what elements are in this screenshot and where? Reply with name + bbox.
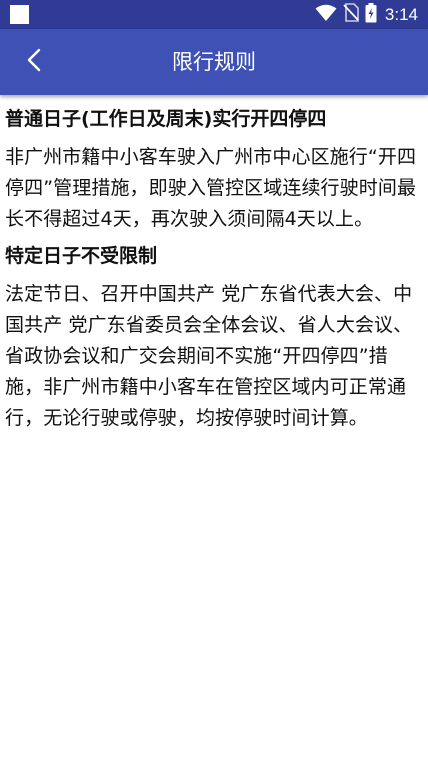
no-sim-icon <box>343 3 359 26</box>
back-button[interactable] <box>14 42 54 82</box>
wifi-icon <box>315 4 337 26</box>
section-body: 法定节日、召开中国共产 党广东省代表大会、中国共产 党广东省委员会全体会议、省人… <box>5 283 413 429</box>
section-normal-days: 普通日子(工作日及周末)实行开四停四 非广州市籍中小客车驶入广州市中心区施行“开… <box>5 106 424 235</box>
section-special-days: 特定日子不受限制 法定节日、召开中国共产 党广东省代表大会、中国共产 党广东省委… <box>5 243 424 434</box>
battery-charging-icon <box>365 2 377 27</box>
rules-content: 普通日子(工作日及周末)实行开四停四 非广州市籍中小客车驶入广州市中心区施行“开… <box>0 95 428 761</box>
notification-square-icon <box>10 5 29 24</box>
status-icons: 3:14 <box>315 2 418 27</box>
status-time: 3:14 <box>384 4 418 24</box>
status-bar: 3:14 <box>0 0 428 29</box>
chevron-left-icon <box>26 48 42 76</box>
section-title: 特定日子不受限制 <box>5 245 158 267</box>
app-bar: 限行规则 <box>0 29 428 95</box>
page-title: 限行规则 <box>172 50 256 74</box>
section-body: 非广州市籍中小客车驶入广州市中心区施行“开四停四”管理措施，即驶入管控区域连续行… <box>5 146 417 230</box>
section-title: 普通日子(工作日及周末)实行开四停四 <box>5 108 327 130</box>
